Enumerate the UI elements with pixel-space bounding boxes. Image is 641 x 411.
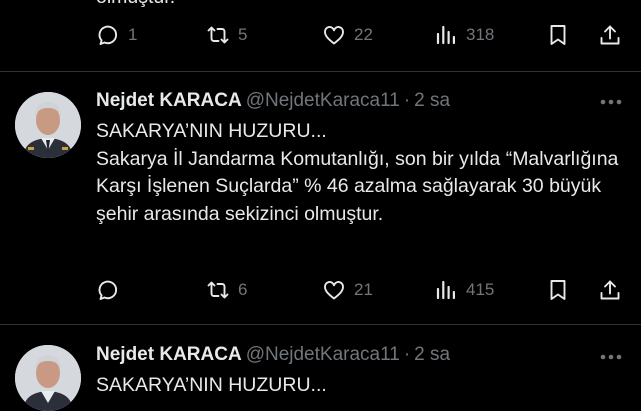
heart-icon bbox=[324, 26, 344, 45]
reply-button[interactable] bbox=[96, 275, 128, 305]
separator-dot: · bbox=[403, 90, 411, 111]
user-handle[interactable]: @NejdetKaraca11 bbox=[246, 90, 400, 111]
reply-icon bbox=[98, 25, 118, 45]
retweet-icon bbox=[207, 26, 229, 44]
heart-icon bbox=[324, 281, 344, 300]
like-count: 22 bbox=[354, 25, 373, 44]
retweet-icon bbox=[207, 281, 229, 299]
views-count: 318 bbox=[466, 25, 495, 44]
user-handle[interactable]: @NejdetKaraca11 bbox=[246, 344, 400, 365]
share-button[interactable] bbox=[598, 275, 622, 305]
like-button[interactable]: 22 bbox=[322, 20, 373, 50]
tweet-actions: 1 5 22 318 bbox=[96, 20, 636, 50]
tweet-body: olmuştur. bbox=[96, 0, 641, 12]
like-button[interactable]: 21 bbox=[322, 275, 373, 305]
more-icon bbox=[600, 354, 622, 360]
share-icon bbox=[600, 280, 620, 300]
tweet-top[interactable]: olmuştur. 1 5 22 bbox=[0, 0, 641, 71]
tweet-actions: 6 21 415 bbox=[96, 275, 636, 305]
retweet-button[interactable]: 6 bbox=[206, 275, 247, 305]
tweet-time[interactable]: 2 sa bbox=[414, 90, 450, 111]
views-button[interactable]: 415 bbox=[434, 275, 494, 305]
tweet-header: Nejdet KARACA @NejdetKaraca11 · 2 sa bbox=[96, 89, 450, 113]
like-count: 21 bbox=[354, 280, 373, 299]
retweet-count: 5 bbox=[238, 25, 248, 44]
reply-button[interactable]: 1 bbox=[96, 20, 137, 50]
separator-dot: · bbox=[403, 344, 411, 365]
more-button[interactable] bbox=[596, 92, 626, 112]
bookmark-button[interactable] bbox=[546, 20, 570, 50]
tweet-body: SAKARYA’NIN HUZURU... bbox=[96, 374, 327, 396]
retweet-button[interactable]: 5 bbox=[206, 20, 247, 50]
views-count: 415 bbox=[466, 280, 495, 299]
more-icon bbox=[600, 99, 622, 105]
display-name[interactable]: Nejdet KARACA bbox=[96, 90, 242, 111]
tweet-main[interactable]: Nejdet KARACA @NejdetKaraca11 · 2 sa SAKARY… bbox=[0, 72, 641, 324]
retweet-count: 6 bbox=[238, 280, 248, 299]
share-button[interactable] bbox=[598, 20, 622, 50]
bookmark-icon bbox=[550, 25, 566, 45]
display-name[interactable]: Nejdet KARACA bbox=[96, 344, 242, 365]
reply-count: 1 bbox=[128, 25, 138, 44]
tweet-bottom[interactable]: Nejdet KARACA @NejdetKaraca11 · 2 sa SAKARY… bbox=[0, 325, 641, 411]
avatar[interactable] bbox=[15, 92, 81, 158]
tweet-body: SAKARYA’NIN HUZURU... Sakarya İl Jandarm… bbox=[96, 120, 619, 225]
bookmark-icon bbox=[550, 280, 566, 300]
share-icon bbox=[600, 25, 620, 45]
views-icon bbox=[436, 280, 455, 300]
views-button[interactable]: 318 bbox=[434, 20, 494, 50]
tweet-header: Nejdet KARACA @NejdetKaraca11 · 2 sa bbox=[96, 343, 450, 367]
bookmark-button[interactable] bbox=[546, 275, 570, 305]
reply-icon bbox=[98, 280, 118, 300]
views-icon bbox=[436, 25, 455, 45]
tweet-time[interactable]: 2 sa bbox=[414, 344, 450, 365]
avatar[interactable] bbox=[15, 345, 81, 411]
more-button[interactable] bbox=[596, 347, 626, 367]
